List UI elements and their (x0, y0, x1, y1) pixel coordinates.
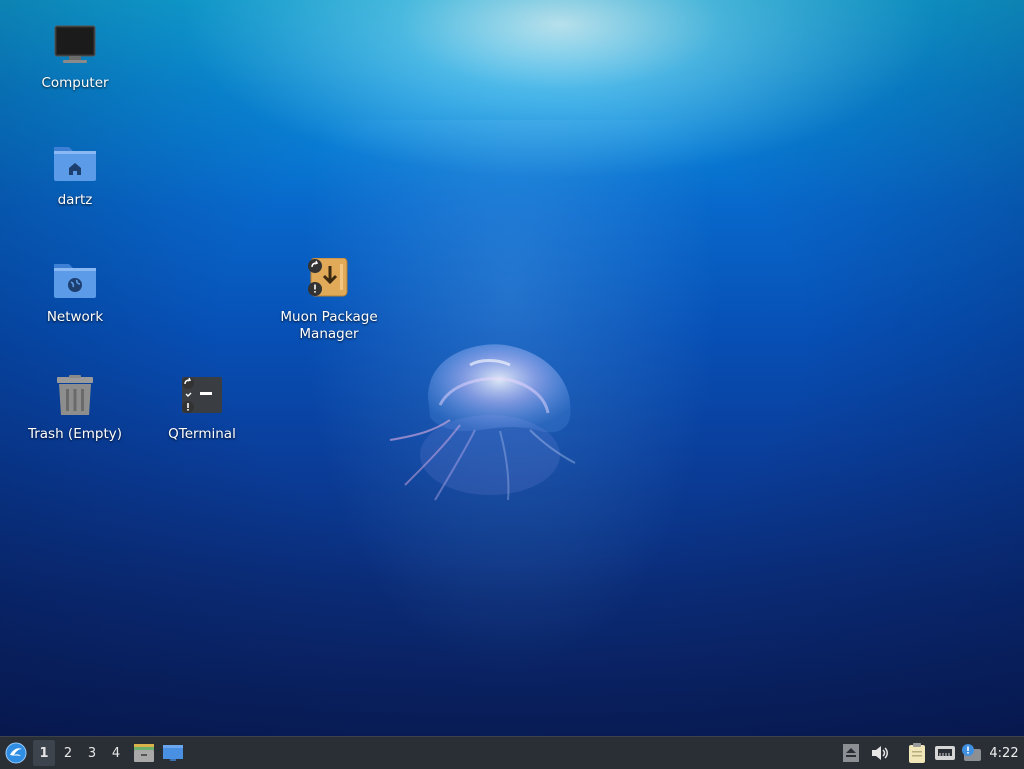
network-status-button[interactable] (933, 737, 957, 769)
workspace-1-button[interactable]: 1 (33, 740, 55, 766)
monitor-icon (51, 24, 99, 72)
desktop-icon-label: Muon Package Manager (280, 309, 378, 342)
show-desktop-button[interactable] (160, 737, 186, 769)
network-icon (935, 746, 955, 760)
file-manager-launcher[interactable] (132, 737, 156, 769)
desktop-icon-network[interactable]: Network (20, 258, 130, 326)
clipboard-button[interactable] (905, 737, 929, 769)
clock-time: 4:22 (989, 745, 1019, 761)
desktop-icon-label: Network (46, 309, 104, 325)
lubuntu-menu-icon (5, 742, 27, 764)
desktop-icon-label: Computer (41, 75, 109, 91)
desktop-icon-computer[interactable]: Computer (20, 24, 130, 92)
clock[interactable]: 4:22 (985, 737, 1023, 769)
terminal-icon (178, 375, 226, 423)
jellyfish-image (389, 344, 576, 501)
show-desktop-icon (163, 745, 183, 761)
main-menu-button[interactable] (2, 737, 30, 769)
desktop-icon-home[interactable]: dartz (20, 141, 130, 209)
workspace-3-button[interactable]: 3 (81, 737, 103, 769)
volume-icon (872, 746, 888, 760)
desktop-icon-label: dartz (57, 192, 93, 208)
home-folder-icon (51, 141, 99, 189)
desktop-icon-qterminal[interactable]: QTerminal (147, 375, 257, 443)
desktop-icon-muon[interactable]: Muon Package Manager (274, 258, 384, 343)
taskbar: 1 2 3 4 4:22 (0, 736, 1024, 769)
trash-icon (51, 375, 99, 423)
volume-button[interactable] (869, 737, 891, 769)
file-manager-icon (134, 744, 154, 762)
update-notifier-icon (962, 744, 981, 761)
package-manager-icon (305, 258, 353, 306)
eject-icon (843, 744, 859, 762)
desktop-background[interactable]: Computer dartz Network Trash (Empty) QTe… (0, 0, 1024, 736)
workspace-4-button[interactable]: 4 (105, 737, 127, 769)
update-notifier-button[interactable] (959, 737, 983, 769)
clipboard-icon (909, 743, 925, 763)
network-folder-icon (51, 258, 99, 306)
desktop-icon-label: Trash (Empty) (27, 426, 123, 442)
workspace-2-button[interactable]: 2 (57, 737, 79, 769)
eject-button[interactable] (841, 737, 861, 769)
desktop-icon-trash[interactable]: Trash (Empty) (20, 375, 130, 443)
desktop-icon-label: QTerminal (168, 426, 236, 442)
